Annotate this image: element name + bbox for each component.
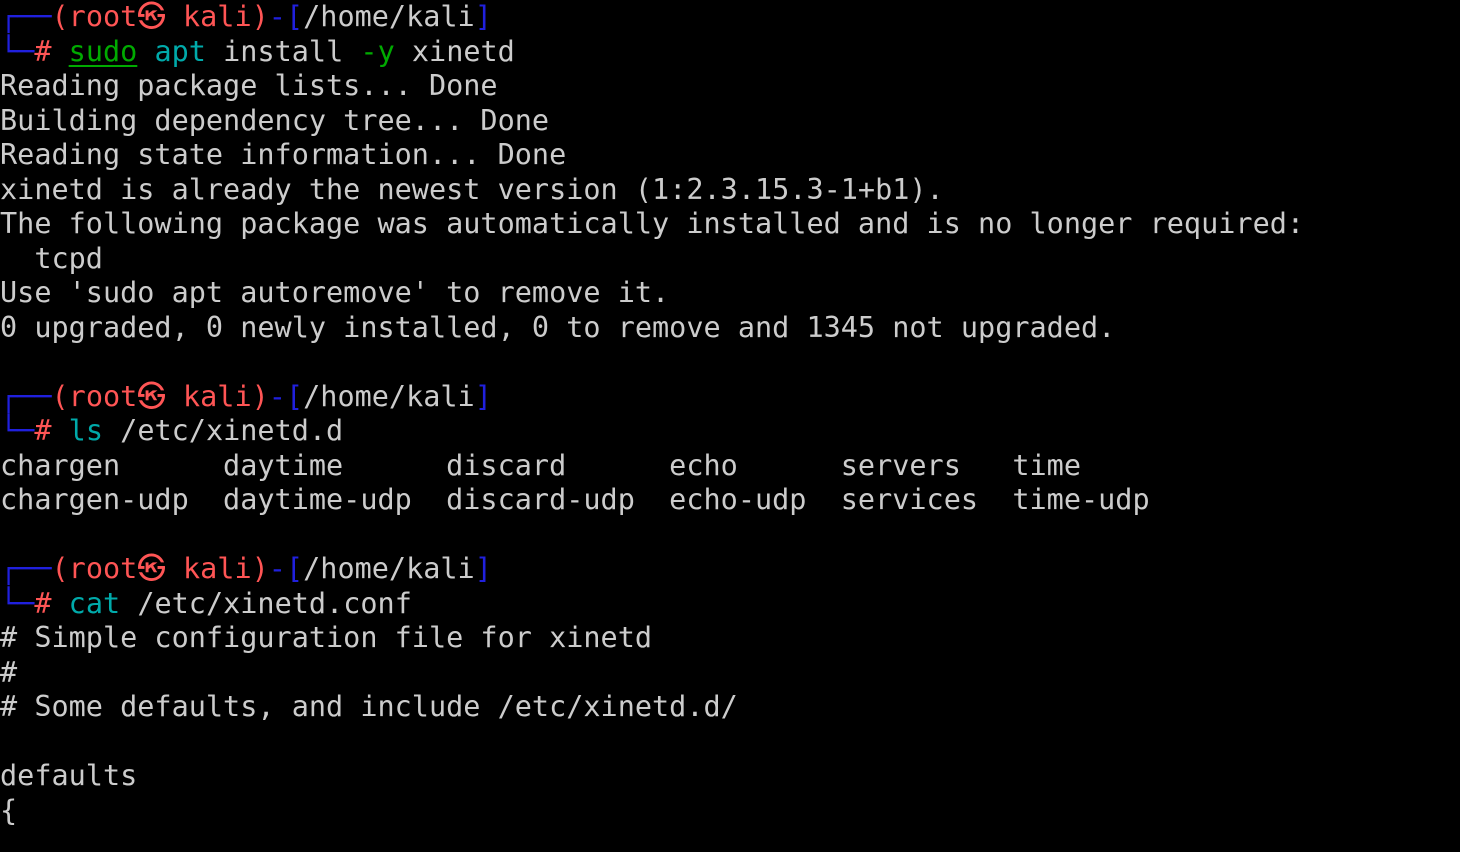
prompt-bracket-close: ] <box>474 0 492 33</box>
prompt-user: root <box>68 552 138 585</box>
prompt-host: kali <box>165 552 252 585</box>
command-token-0: ls <box>68 414 103 447</box>
output-line: 0 upgraded, 0 newly installed, 0 to remo… <box>0 310 1116 344</box>
prompt-bracket-close: ] <box>474 379 492 413</box>
prompt-paren-close: ) <box>251 0 269 33</box>
prompt-bracket-open: [ <box>285 0 304 33</box>
prompt-hash-sigil: # <box>34 34 52 68</box>
prompt-cwd: /home/kali <box>303 552 475 585</box>
prompt-cwd: /home/kali <box>303 379 475 413</box>
kali-logo-icon: ㉿ <box>137 552 166 585</box>
prompt-bracket-open: [ <box>285 552 304 585</box>
command-token-5: xinetd <box>394 34 515 68</box>
prompt-line-command[interactable]: └─# ls /etc/xinetd.d <box>0 414 1460 449</box>
command-token-3: install <box>205 34 361 68</box>
prompt-line-top: ┌──(root㉿ kali)-[/home/kali] <box>0 0 1460 35</box>
prompt-box-bottom-icon: └─ <box>0 34 35 68</box>
prompt-paren-open: ( <box>51 552 69 585</box>
prompt-host: kali <box>165 0 252 33</box>
kali-logo-icon: ㉿ <box>137 0 166 33</box>
prompt-paren-open: ( <box>51 0 69 33</box>
output-line: # Simple configuration file for xinetd <box>0 621 653 654</box>
command-token-1: /etc/xinetd.conf <box>120 586 412 620</box>
command-token-4: -y <box>360 34 395 68</box>
prompt-paren-close: ) <box>251 379 269 413</box>
prompt-box-bottom-icon: └─ <box>0 414 35 447</box>
command-token-1 <box>137 35 154 68</box>
kali-logo-icon: ㉿ <box>137 379 166 413</box>
command-token-1: /etc/xinetd.d <box>103 414 344 447</box>
prompt-paren-close: ) <box>251 552 269 585</box>
prompt-line-command[interactable]: └─# sudo apt install -y xinetd <box>0 35 1460 70</box>
prompt-paren-open: ( <box>51 379 69 413</box>
prompt-user: root <box>68 379 138 413</box>
output-line: { <box>0 793 18 827</box>
prompt-user: root <box>68 0 138 33</box>
prompt-bracket-open: [ <box>285 379 304 413</box>
prompt-line-top: ┌──(root㉿ kali)-[/home/kali] <box>0 380 1460 415</box>
prompt-box-top-icon: ┌── <box>0 552 52 585</box>
prompt-bracket-close: ] <box>474 552 492 585</box>
prompt-dash: - <box>268 379 286 413</box>
output-line: # <box>0 655 18 689</box>
output-line: chargen-udp daytime-udp discard-udp echo… <box>0 483 1150 516</box>
output-line: xinetd is already the newest version (1:… <box>0 172 944 206</box>
output-line: tcpd <box>0 241 103 275</box>
output-line: Reading state information... Done <box>0 138 567 171</box>
prompt-hash-sigil: # <box>34 586 52 620</box>
prompt-dash: - <box>268 0 286 33</box>
output-line: chargen daytime discard echo servers tim… <box>0 448 1081 482</box>
output-line: The following package was automatically … <box>0 207 1305 240</box>
command-token-2: apt <box>154 34 206 68</box>
command-token-0: cat <box>68 586 121 620</box>
command-token-0: sudo <box>68 34 138 68</box>
prompt-box-top-icon: ┌── <box>0 379 52 413</box>
prompt-host: kali <box>165 379 252 413</box>
prompt-dash: - <box>268 552 286 585</box>
prompt-hash-sigil: # <box>34 414 52 447</box>
output-line: # Some defaults, and include /etc/xinetd… <box>0 690 738 723</box>
prompt-line-command[interactable]: └─# cat /etc/xinetd.conf <box>0 587 1460 622</box>
prompt-box-top-icon: ┌── <box>0 0 52 33</box>
output-line: Use 'sudo apt autoremove' to remove it. <box>0 276 670 309</box>
output-line: Reading package lists... Done <box>0 69 498 102</box>
prompt-cwd: /home/kali <box>303 0 475 33</box>
output-line: defaults <box>0 759 138 792</box>
terminal-window[interactable]: ┌──(root㉿ kali)-[/home/kali] └─# sudo apt… <box>0 0 1460 852</box>
prompt-box-bottom-icon: └─ <box>0 586 35 620</box>
prompt-line-top: ┌──(root㉿ kali)-[/home/kali] <box>0 552 1460 587</box>
output-line: Building dependency tree... Done <box>0 103 550 137</box>
